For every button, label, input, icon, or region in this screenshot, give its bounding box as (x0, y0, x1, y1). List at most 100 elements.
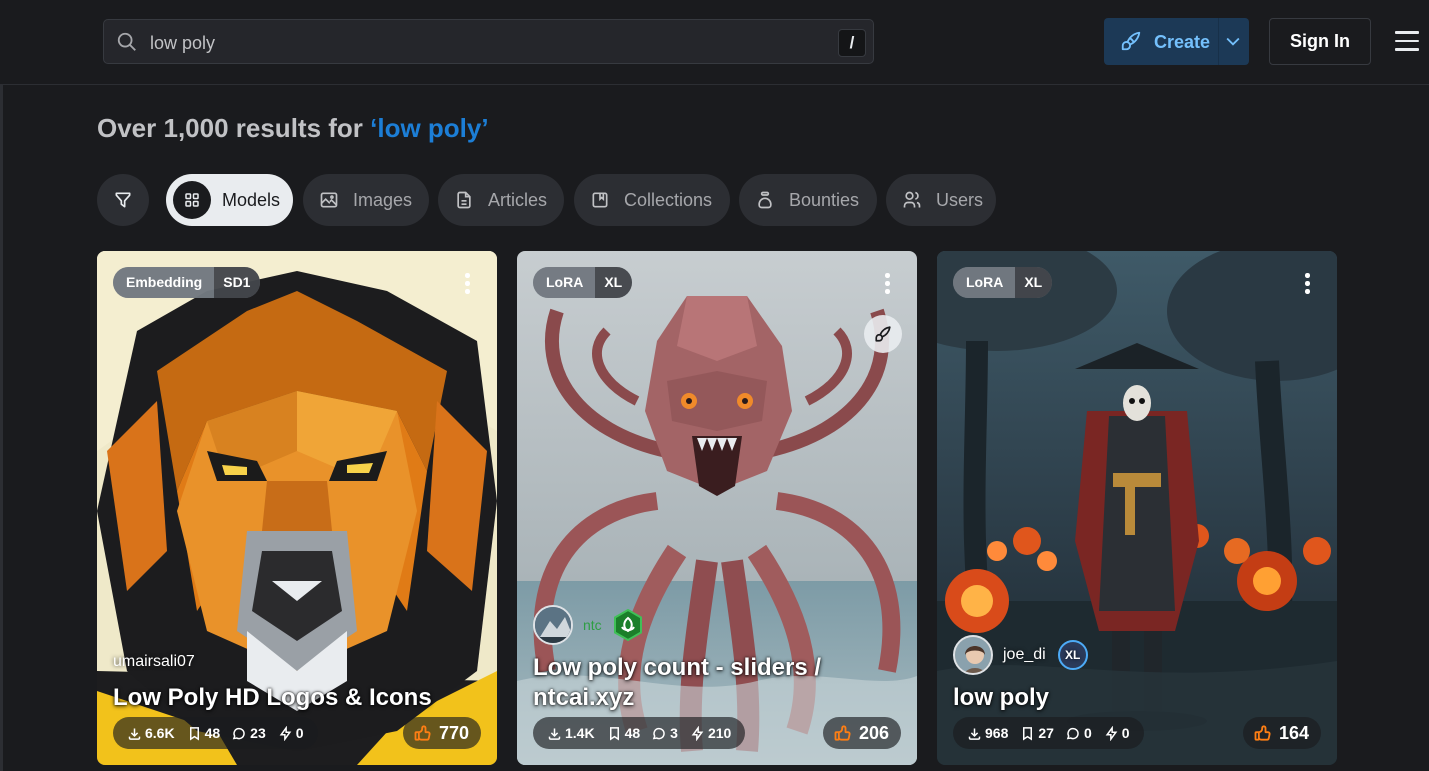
creator-name[interactable]: umairsali07 (113, 653, 195, 671)
avatar (533, 605, 573, 645)
collects-stat: 27 (1020, 725, 1054, 741)
more-options-icon[interactable] (465, 273, 471, 295)
top-header: low poly / Create Sign In (0, 0, 1429, 85)
download-icon (128, 728, 141, 740)
brush-icon (1121, 31, 1141, 51)
creator-name: ntc (583, 617, 602, 633)
thumb-up-icon (834, 725, 851, 741)
chevron-down-icon[interactable] (1223, 31, 1243, 51)
likes-count: 164 (1278, 722, 1309, 743)
downloads-stat: 968 (967, 725, 1008, 741)
search-shortcut-key: / (838, 29, 866, 57)
grid-icon (173, 181, 211, 219)
card-stats: 968 27 0 0 (953, 717, 1144, 749)
tips-stat: 210 (690, 725, 731, 741)
moneybag-icon (758, 191, 772, 209)
base-model: XL (1015, 267, 1053, 298)
filter-button[interactable] (97, 174, 149, 226)
model-type: LoRA (533, 267, 596, 298)
base-model: SD1 (214, 267, 261, 298)
comment-icon (232, 727, 245, 739)
create-button[interactable]: Create (1104, 18, 1249, 65)
model-type: LoRA (953, 267, 1016, 298)
collects-stat: 48 (187, 725, 220, 741)
card-stats: 1.4K 48 3 210 (533, 717, 746, 749)
thumb-up-icon (1254, 725, 1271, 741)
bookmark-icon (189, 726, 199, 741)
bolt-icon (279, 725, 292, 741)
photo-icon (320, 192, 338, 208)
tab-bounties[interactable]: Bounties (739, 174, 877, 226)
bolt-icon (691, 725, 704, 741)
filter-icon (115, 192, 131, 208)
downloads-stat: 6.6K (127, 725, 175, 741)
avatar (953, 635, 993, 675)
menu-icon[interactable] (1395, 31, 1421, 53)
base-model: XL (595, 267, 633, 298)
search-input[interactable]: low poly (150, 33, 215, 54)
left-border (0, 85, 3, 771)
tab-collections-label: Collections (624, 189, 713, 210)
comment-icon (1066, 727, 1079, 739)
likes-count: 206 (858, 722, 889, 743)
tab-models-label: Models (222, 189, 281, 210)
model-card[interactable]: LoRA XL ntc Low poly count - sliders / n… (517, 251, 917, 765)
tab-images[interactable]: Images (303, 174, 429, 226)
model-type-badge: LoRA XL (953, 267, 1053, 298)
tab-articles[interactable]: Articles (438, 174, 564, 226)
creator-name: joe_di (1003, 646, 1046, 663)
likes-badge[interactable]: 164 (1242, 717, 1321, 749)
tips-stat: 0 (1104, 725, 1130, 741)
likes-count: 770 (438, 722, 469, 743)
search-box[interactable]: low poly / (103, 19, 874, 64)
tab-collections[interactable]: Collections (574, 174, 730, 226)
sign-in-button[interactable]: Sign In (1269, 18, 1371, 65)
tab-users-label: Users (936, 189, 984, 210)
results-heading-prefix: Over 1,000 results for (97, 113, 371, 143)
more-options-icon[interactable] (1305, 273, 1311, 295)
bookmark-icon (609, 726, 619, 741)
comments-stat: 23 (232, 725, 266, 741)
album-icon (592, 192, 608, 208)
model-card[interactable]: LoRA XL joe_di XL low poly 968 27 0 0 16… (937, 251, 1337, 765)
card-title: Low Poly HD Logos & Icons (113, 684, 432, 711)
download-icon (548, 728, 561, 740)
tab-users[interactable]: Users (886, 174, 996, 226)
card-stats: 6.6K 48 23 0 (113, 717, 318, 749)
thumb-up-icon (414, 725, 431, 741)
creator-info[interactable]: joe_di XL (953, 635, 1088, 675)
results-heading: Over 1,000 results for ‘low poly’ (97, 113, 489, 144)
collects-stat: 48 (607, 725, 640, 741)
tab-articles-label: Articles (488, 189, 548, 210)
bookmark-icon (1023, 726, 1033, 741)
remix-button[interactable] (864, 315, 902, 353)
tab-bounties-label: Bounties (789, 189, 860, 210)
results-query: ‘low poly’ (370, 113, 489, 143)
users-icon (903, 191, 921, 208)
create-button-divider (1218, 18, 1219, 65)
likes-badge[interactable]: 206 (822, 717, 901, 749)
card-title: low poly (953, 684, 1049, 711)
creator-info[interactable]: ntc (533, 605, 644, 645)
tips-stat: 0 (278, 725, 304, 741)
download-icon (968, 728, 981, 740)
comments-stat: 0 (1066, 725, 1092, 741)
model-card[interactable]: Embedding SD1 umairsali07 Low Poly HD Lo… (97, 251, 497, 765)
bolt-icon (1105, 725, 1118, 741)
more-options-icon[interactable] (885, 273, 891, 295)
downloads-stat: 1.4K (547, 725, 595, 741)
comments-stat: 3 (652, 725, 678, 741)
brush-icon (875, 326, 891, 342)
tab-models[interactable]: Models (166, 174, 293, 226)
creator-badge: XL (1057, 640, 1088, 670)
verified-shield-icon (613, 609, 642, 641)
model-type-badge: Embedding SD1 (113, 267, 261, 298)
tab-images-label: Images (353, 189, 413, 210)
comment-icon (652, 727, 665, 739)
model-type: Embedding (113, 267, 215, 298)
likes-badge[interactable]: 770 (402, 717, 481, 749)
create-button-label: Create (1154, 32, 1211, 52)
card-title: Low poly count - sliders / ntcai.xyz (533, 654, 822, 711)
model-type-badge: LoRA XL (533, 267, 633, 298)
file-text-icon (457, 191, 471, 209)
